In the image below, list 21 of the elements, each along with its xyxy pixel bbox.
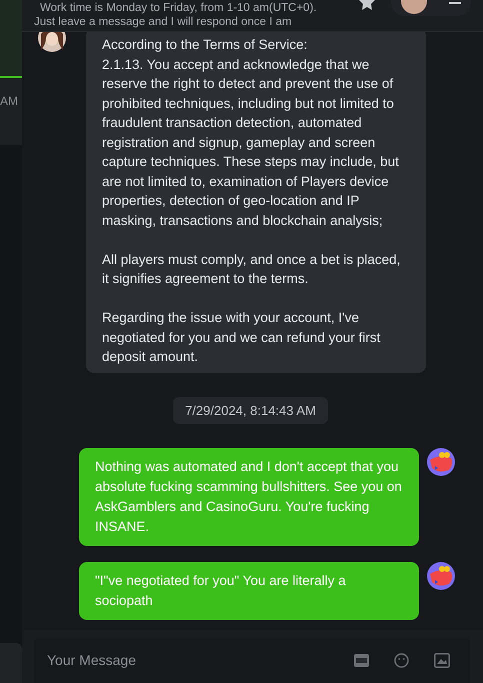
timestamp: 7/29/2024, 8:14:43 AM	[173, 396, 328, 424]
avatar	[427, 562, 455, 590]
message-text: "I"ve negotiated for you" You are literally a sociopath	[95, 572, 347, 610]
avatar	[38, 32, 66, 52]
message-text: According to the Terms of Service: 2.1.13. You accept and acknowledge that we reserve the right to detect and prevent the use of prohibited techniques, including but not limited to fraudulent transaction detection, automated registration and signup, gameplay and screen capture techniques. These steps may include, but are not limited to, examination of Players device properties, detection of geo-location and IP masking, transactions and blockchain analysis;	[102, 36, 400, 230]
message-text: Regarding the issue with your account, I've negotiated for you and we can refund your first deposit amount.	[102, 309, 382, 366]
star-icon[interactable]	[359, 0, 375, 10]
emoji-icon[interactable]	[394, 652, 409, 668]
message-field[interactable]: Your Message	[47, 650, 329, 670]
avatar	[401, 0, 427, 14]
message-text: Nothing was automated and I don't accept that you absolute fucking scamming bullshitters. See you on AskGamblers and CasinoGuru. You're fucking INSANE.	[95, 458, 403, 536]
image-icon[interactable]	[434, 652, 450, 668]
header-text: Work time is Monday to Friday, from 1-10 am(UTC+0).	[39, 1, 317, 15]
sidebar-tab[interactable]	[0, 0, 22, 78]
message-input[interactable]: Your Message	[34, 637, 470, 683]
profile-menu[interactable]	[391, 0, 471, 16]
message-text: All players must comply, and once a bet is placed, it signifies agreement to the terms.	[102, 250, 402, 288]
avatar	[427, 448, 455, 476]
header-text: Just leave a message and I will respond once I am	[34, 15, 293, 29]
gif-icon[interactable]	[354, 652, 369, 668]
time-text: AM	[0, 93, 19, 110]
